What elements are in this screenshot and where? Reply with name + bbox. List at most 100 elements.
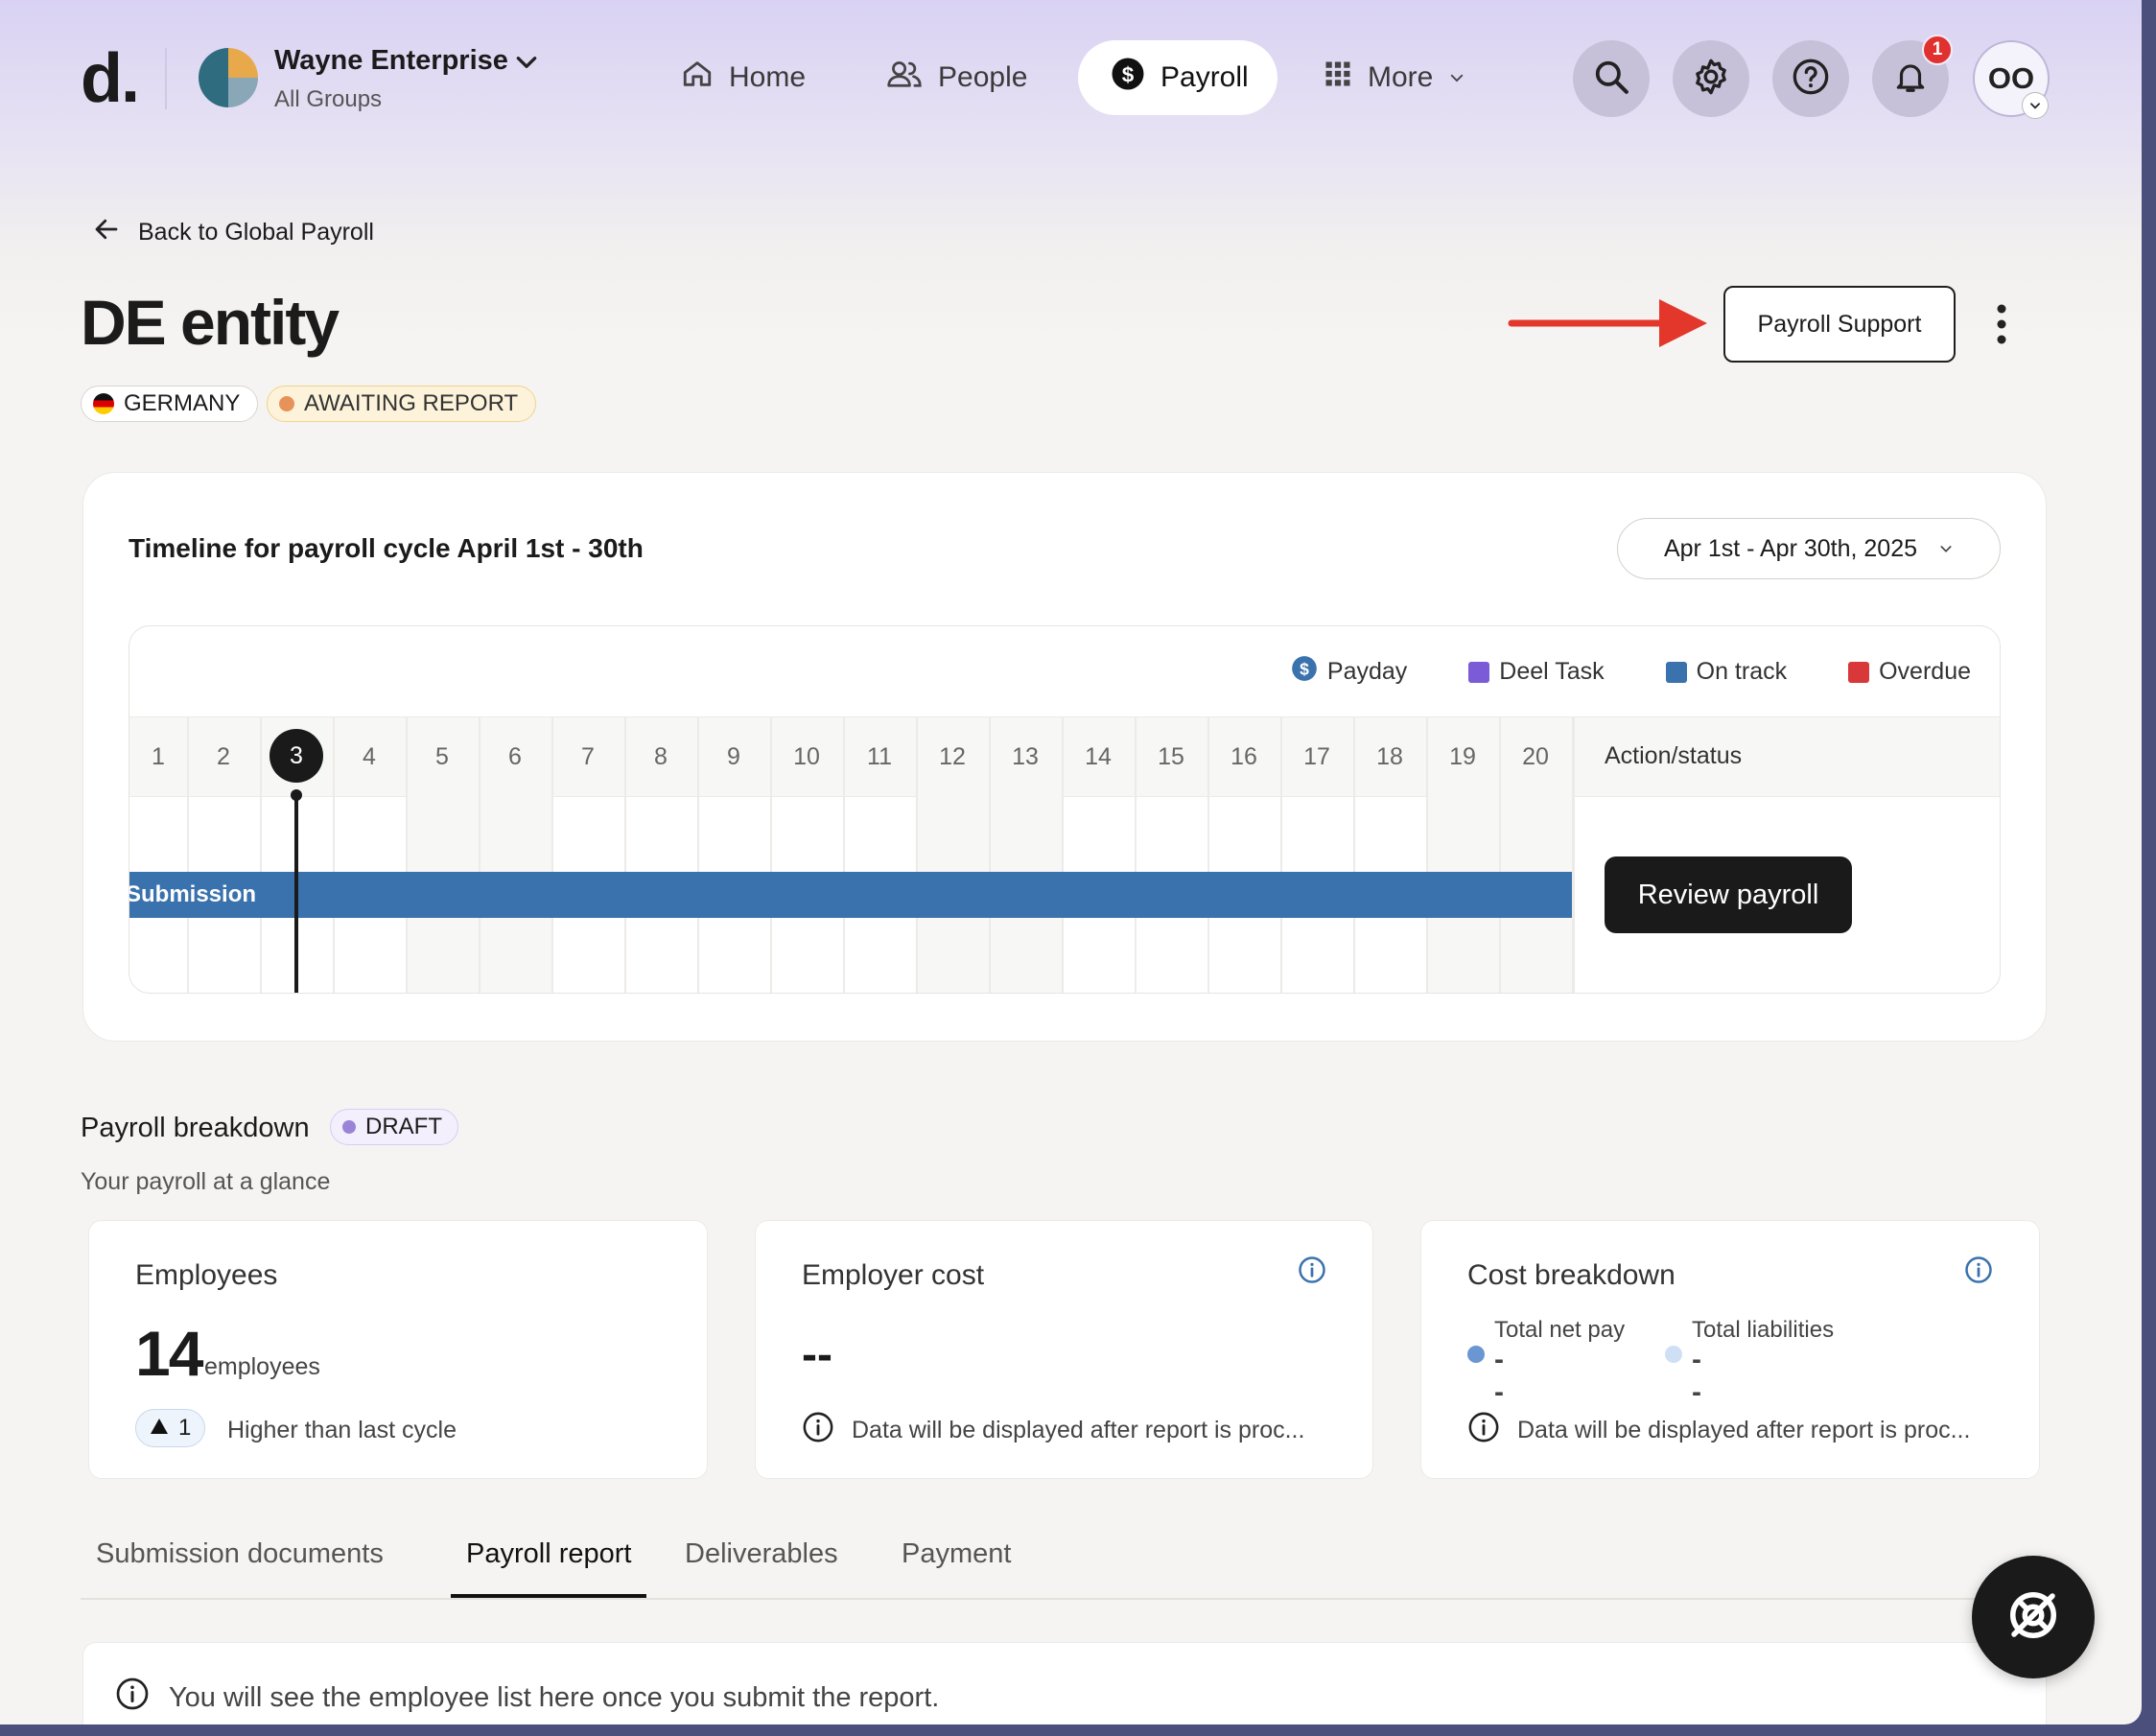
red-arrow-annotation: [1508, 295, 1709, 356]
triangle-up-icon: [150, 1415, 169, 1442]
breakdown-subtitle: Your payroll at a glance: [81, 1168, 331, 1195]
app-window: d. Wayne Enterprise All Groups Home Peop…: [0, 0, 2142, 1724]
day-8: 8: [654, 742, 668, 770]
payday-icon: $: [1291, 655, 1318, 689]
column-divider: [843, 716, 845, 993]
org-name[interactable]: Wayne Enterprise: [274, 45, 508, 77]
more-options-icon[interactable]: [1995, 303, 2008, 350]
column-divider: [1353, 716, 1355, 993]
nav-payroll[interactable]: $ Payroll: [1078, 40, 1277, 115]
employee-count: 14: [135, 1318, 203, 1389]
help-button[interactable]: [1772, 40, 1849, 117]
employer-cost-title: Employer cost: [802, 1259, 985, 1291]
column-divider: [770, 716, 772, 993]
empty-state-text: You will see the employee list here once…: [169, 1681, 940, 1713]
date-range-select[interactable]: Apr 1st - Apr 30th, 2025: [1617, 518, 2001, 579]
status-label: AWAITING REPORT: [304, 390, 519, 416]
breakdown-title: Payroll breakdown: [81, 1113, 310, 1143]
column-divider: [260, 716, 262, 993]
dollar-icon: $: [1111, 57, 1145, 99]
tab-submission-documents[interactable]: Submission documents: [81, 1538, 399, 1598]
today-marker-line: [294, 795, 298, 993]
timeline-legend: $ Payday Deel Task On track Overdue: [1291, 655, 1971, 689]
day-13: 13: [1012, 742, 1039, 770]
column-divider: [697, 716, 699, 993]
nav-people[interactable]: People: [854, 40, 1060, 115]
column-divider: [989, 716, 991, 993]
liabilities-dot: [1665, 1346, 1682, 1363]
tab-payment[interactable]: Payment: [886, 1538, 1026, 1598]
tabs-bar: Submission documents Payroll report Deli…: [81, 1538, 2047, 1600]
today-marker-dot: [291, 789, 302, 801]
support-chat-button[interactable]: [1972, 1556, 2095, 1678]
cost-breakdown-note: Data will be displayed after report is p…: [1467, 1411, 1970, 1450]
legend-on-track: On track: [1665, 655, 1788, 689]
employee-delta-badge: 1: [135, 1409, 206, 1447]
nav-more[interactable]: More: [1291, 40, 1498, 115]
nav-home[interactable]: Home: [648, 40, 838, 115]
day-15: 15: [1158, 742, 1184, 770]
bell-icon: [1892, 58, 1929, 101]
divider: [165, 48, 167, 109]
employer-cost-card: Employer cost -- Data will be displayed …: [755, 1220, 1373, 1479]
payroll-support-button[interactable]: Payroll Support: [1723, 286, 1956, 363]
deel-logo[interactable]: d.: [81, 40, 140, 117]
people-icon: [886, 58, 923, 98]
employer-cost-note: Data will be displayed after report is p…: [802, 1411, 1304, 1450]
tab-payroll-report[interactable]: Payroll report: [451, 1538, 647, 1598]
day-6: 6: [508, 742, 522, 770]
day-7: 7: [581, 742, 595, 770]
country-chip: GERMANY: [81, 386, 259, 422]
liabilities-value: --: [1692, 1344, 1701, 1408]
svg-text:$: $: [1122, 62, 1135, 86]
tab-label: Deliverables: [685, 1538, 838, 1569]
today-day-marker: 3: [270, 729, 323, 783]
day-14: 14: [1085, 742, 1112, 770]
note-text: Data will be displayed after report is p…: [1517, 1417, 1971, 1443]
notification-badge: 1: [1922, 35, 1953, 65]
column-divider: [624, 716, 626, 993]
org-avatar[interactable]: [199, 48, 258, 107]
legend-swatch: [1848, 661, 1870, 683]
column-divider: [479, 716, 480, 993]
nav-payroll-label: Payroll: [1160, 61, 1249, 93]
employees-title: Employees: [135, 1259, 278, 1291]
delta-description: Higher than last cycle: [227, 1417, 457, 1443]
info-icon[interactable]: [1298, 1255, 1326, 1289]
tab-label: Payroll report: [466, 1538, 632, 1569]
timeline-title: Timeline for payroll cycle April 1st - 3…: [129, 533, 644, 563]
chevron-down-icon[interactable]: [2022, 92, 2049, 119]
back-to-global-payroll-link[interactable]: Back to Global Payroll: [92, 215, 374, 250]
legend-label: On track: [1696, 658, 1788, 685]
employer-cost-value: --: [802, 1329, 832, 1380]
nav-more-label: More: [1368, 61, 1434, 93]
day-18: 18: [1376, 742, 1403, 770]
info-icon: [1467, 1411, 1500, 1450]
tab-deliverables[interactable]: Deliverables: [669, 1538, 854, 1598]
chevron-down-icon[interactable]: [514, 50, 539, 80]
search-icon: [1593, 59, 1629, 100]
status-badge: AWAITING REPORT: [267, 386, 537, 422]
column-divider: [1062, 716, 1064, 993]
info-icon: [802, 1411, 834, 1450]
chevron-down-icon: [1448, 61, 1465, 94]
review-payroll-button[interactable]: Review payroll: [1605, 856, 1852, 933]
column-divider: [551, 716, 553, 993]
settings-button[interactable]: [1673, 40, 1749, 117]
net-pay-value: --: [1494, 1344, 1504, 1408]
info-icon[interactable]: [1964, 1255, 1993, 1289]
help-icon: [1792, 58, 1830, 101]
day-19: 19: [1449, 742, 1476, 770]
submission-bar[interactable]: Submission: [129, 872, 1572, 918]
nav-home-label: Home: [729, 61, 807, 93]
support-icon: [2004, 1586, 2062, 1649]
day-2: 2: [217, 742, 230, 770]
country-label: GERMANY: [124, 390, 241, 416]
net-pay-label: Total net pay: [1494, 1317, 1626, 1343]
info-icon: [115, 1677, 150, 1719]
timeline-gantt: $ Payday Deel Task On track Overdue 1245…: [129, 625, 2001, 994]
draft-badge: DRAFT: [330, 1109, 458, 1145]
column-divider: [406, 716, 408, 993]
search-button[interactable]: [1573, 40, 1650, 117]
column-divider: [1280, 716, 1282, 993]
